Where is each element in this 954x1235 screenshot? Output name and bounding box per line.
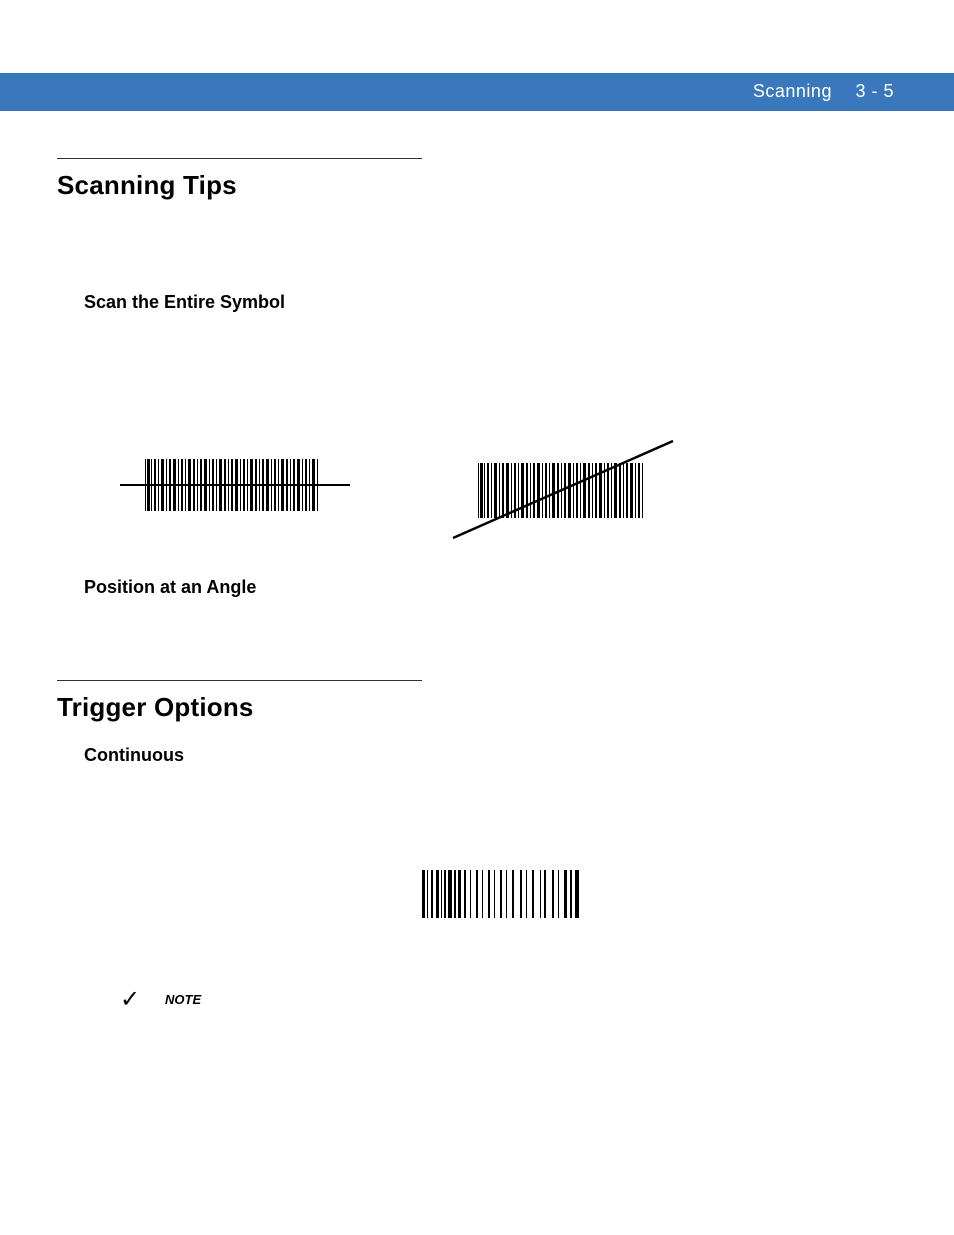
page-header-text: Scanning 3 - 5 bbox=[753, 81, 894, 102]
section-rule-top-1 bbox=[57, 158, 422, 159]
page-header-bar: Scanning 3 - 5 bbox=[0, 73, 954, 111]
heading-trigger-options: Trigger Options bbox=[57, 692, 254, 723]
barcode-correct-horizontal bbox=[120, 455, 350, 515]
subheading-position-at-angle: Position at an Angle bbox=[84, 577, 256, 598]
check-icon: ✓ bbox=[120, 985, 140, 1014]
page-number: 3 - 5 bbox=[855, 81, 894, 101]
chapter-title: Scanning bbox=[753, 81, 832, 101]
section-rule-top-2 bbox=[57, 680, 422, 681]
subheading-continuous: Continuous bbox=[84, 745, 184, 766]
document-page: Scanning 3 - 5 Scanning Tips Scan the En… bbox=[0, 0, 954, 1235]
heading-scanning-tips: Scanning Tips bbox=[57, 170, 237, 201]
subheading-scan-entire-symbol: Scan the Entire Symbol bbox=[84, 292, 285, 313]
barcode-incorrect-diagonal bbox=[468, 458, 643, 520]
barcode-continuous-option bbox=[420, 870, 585, 918]
note-label: NOTE bbox=[165, 992, 201, 1007]
